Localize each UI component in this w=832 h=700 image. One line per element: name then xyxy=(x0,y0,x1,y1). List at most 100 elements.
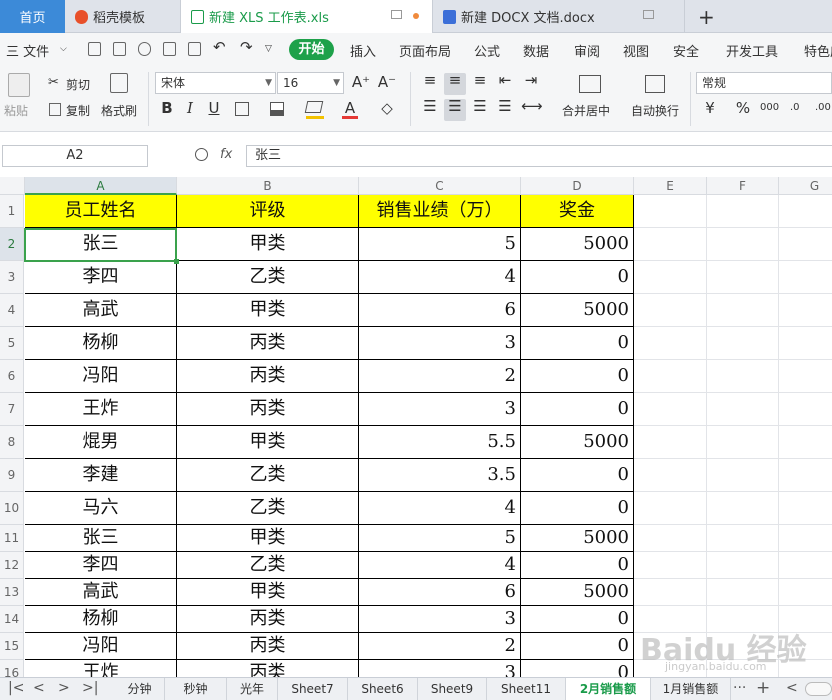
menu-start-tab[interactable]: 开始 xyxy=(289,39,334,60)
table-cell[interactable]: 李建 xyxy=(25,459,177,492)
format-painter-button[interactable]: 格式刷 xyxy=(101,102,137,119)
open-icon[interactable] xyxy=(88,42,101,56)
tab-active-workbook[interactable]: 新建 XLS 工作表.xls xyxy=(181,0,433,33)
table-cell[interactable]: 6 xyxy=(359,579,521,606)
table-cell[interactable]: 0 xyxy=(521,606,634,633)
row-header-6[interactable]: 6 xyxy=(0,360,24,393)
row-header-9[interactable]: 9 xyxy=(0,459,24,492)
window-icon[interactable] xyxy=(643,10,654,19)
empty-cell[interactable] xyxy=(634,459,707,492)
font-shrink-button[interactable]: A⁻ xyxy=(377,73,397,91)
prev-sheet-icon[interactable]: < xyxy=(33,680,45,696)
horizontal-scrollbar[interactable] xyxy=(805,682,832,696)
table-cell[interactable]: 5.5 xyxy=(359,426,521,459)
font-size-select[interactable]: 16 ▼ xyxy=(277,72,344,94)
customize-dropdown-icon[interactable]: ▽ xyxy=(265,44,272,54)
table-header-cell[interactable]: 奖金 xyxy=(521,195,634,228)
format-painter-icon[interactable] xyxy=(110,73,128,93)
table-cell[interactable]: 3 xyxy=(359,393,521,426)
menu-view[interactable]: 视图 xyxy=(623,41,649,60)
table-cell[interactable]: 焜男 xyxy=(25,426,177,459)
row-header-12[interactable]: 12 xyxy=(0,552,24,579)
table-cell[interactable]: 高武 xyxy=(25,294,177,327)
row-header-1[interactable]: 1 xyxy=(0,195,24,228)
table-cell[interactable]: 2 xyxy=(359,633,521,660)
empty-cell[interactable] xyxy=(779,393,832,426)
scroll-left-icon[interactable]: < xyxy=(786,680,798,696)
merge-center-button[interactable]: 合并居中 xyxy=(562,102,610,119)
table-cell[interactable]: 高武 xyxy=(25,579,177,606)
next-sheet-icon[interactable]: > xyxy=(58,680,70,696)
table-cell[interactable]: 5000 xyxy=(521,294,634,327)
table-cell[interactable]: 张三 xyxy=(25,525,177,552)
table-cell[interactable]: 0 xyxy=(521,261,634,294)
table-cell[interactable]: 乙类 xyxy=(177,261,359,294)
fill-handle[interactable] xyxy=(174,259,179,264)
table-header-cell[interactable]: 员工姓名 xyxy=(25,195,177,228)
font-grow-button[interactable]: A⁺ xyxy=(351,73,371,91)
indent-increase-icon[interactable]: ⇥ xyxy=(521,71,541,89)
table-cell[interactable]: 2 xyxy=(359,360,521,393)
copy-icon[interactable] xyxy=(49,103,61,116)
empty-cell[interactable] xyxy=(707,360,779,393)
empty-cell[interactable] xyxy=(779,459,832,492)
empty-cell[interactable] xyxy=(707,492,779,525)
table-cell[interactable]: 丙类 xyxy=(177,606,359,633)
empty-cell[interactable] xyxy=(707,579,779,606)
italic-button[interactable]: I xyxy=(180,99,200,117)
menu-insert[interactable]: 插入 xyxy=(350,41,376,60)
decrease-decimal-icon[interactable]: .00 xyxy=(815,102,831,113)
print-preview-icon[interactable] xyxy=(188,42,201,56)
empty-cell[interactable] xyxy=(634,426,707,459)
empty-cell[interactable] xyxy=(779,579,832,606)
empty-cell[interactable] xyxy=(779,327,832,360)
zoom-icon[interactable] xyxy=(195,148,208,161)
menu-security[interactable]: 安全 xyxy=(673,41,699,60)
table-cell[interactable]: 5 xyxy=(359,228,521,261)
empty-cell[interactable] xyxy=(779,552,832,579)
save-icon[interactable] xyxy=(113,42,126,56)
empty-cell[interactable] xyxy=(707,261,779,294)
empty-cell[interactable] xyxy=(634,228,707,261)
table-cell[interactable]: 0 xyxy=(521,660,634,677)
merge-center-icon[interactable] xyxy=(579,75,601,93)
justify-icon[interactable]: ☰ xyxy=(495,97,515,115)
row-header-3[interactable]: 3 xyxy=(0,261,24,294)
empty-cell[interactable] xyxy=(634,579,707,606)
paste-icon[interactable] xyxy=(8,73,30,97)
table-cell[interactable]: 李四 xyxy=(25,552,177,579)
align-bottom-icon[interactable]: ≡ xyxy=(470,71,490,89)
first-sheet-icon[interactable]: |< xyxy=(8,680,24,696)
table-cell[interactable]: 丙类 xyxy=(177,327,359,360)
copy-button[interactable]: 复制 xyxy=(66,102,90,119)
empty-cell[interactable] xyxy=(707,228,779,261)
undo-icon[interactable]: ↶ xyxy=(213,38,226,56)
table-cell[interactable]: 3 xyxy=(359,327,521,360)
menu-formulas[interactable]: 公式 xyxy=(474,41,500,60)
sheet-tab[interactable]: 分钟 xyxy=(115,678,165,700)
indent-decrease-icon[interactable]: ⇤ xyxy=(495,71,515,89)
add-sheet-icon[interactable]: + xyxy=(756,678,770,698)
menu-page-layout[interactable]: 页面布局 xyxy=(399,41,451,60)
currency-button[interactable]: ¥ xyxy=(700,99,720,117)
table-cell[interactable]: 冯阳 xyxy=(25,633,177,660)
align-center-icon[interactable]: ☰ xyxy=(445,97,465,115)
menu-features[interactable]: 特色应 xyxy=(804,41,832,60)
row-header-11[interactable]: 11 xyxy=(0,525,24,552)
table-cell[interactable]: 5000 xyxy=(521,525,634,552)
empty-cell[interactable] xyxy=(707,393,779,426)
row-header-14[interactable]: 14 xyxy=(0,606,24,633)
empty-cell[interactable] xyxy=(634,525,707,552)
table-cell[interactable]: 3 xyxy=(359,606,521,633)
fill-color-icon[interactable] xyxy=(304,101,324,113)
column-header-g[interactable]: G xyxy=(779,177,832,195)
sheet-tab[interactable]: 秒钟 xyxy=(165,678,227,700)
table-cell[interactable]: 5 xyxy=(359,525,521,552)
empty-cell[interactable] xyxy=(634,492,707,525)
chevron-down-icon[interactable]: ⌵ xyxy=(60,44,67,54)
empty-cell[interactable] xyxy=(707,294,779,327)
column-header-e[interactable]: E xyxy=(634,177,707,195)
row-header-10[interactable]: 10 xyxy=(0,492,24,525)
empty-cell[interactable] xyxy=(779,294,832,327)
tab-home[interactable]: 首页 xyxy=(0,0,65,33)
